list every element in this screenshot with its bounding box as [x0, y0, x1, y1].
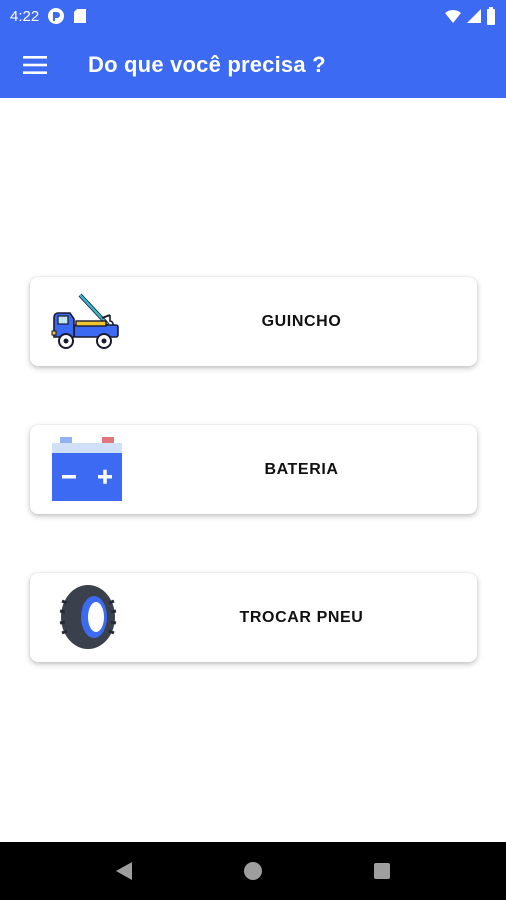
- option-card-guincho[interactable]: GUINCHO: [30, 277, 477, 366]
- page-title: Do que você precisa ?: [88, 52, 326, 77]
- option-label-trocar-pneu: TROCAR PNEU: [239, 608, 364, 626]
- status-time: 4:22: [10, 7, 40, 25]
- back-triangle-icon: [116, 862, 133, 880]
- notification-app-icon: [48, 8, 65, 24]
- tow-truck-icon: [51, 293, 119, 349]
- nav-home-button[interactable]: [233, 851, 273, 891]
- recents-square-icon: [373, 863, 390, 879]
- system-nav-bar: [0, 842, 506, 900]
- home-circle-icon: [243, 862, 262, 880]
- option-label-guincho: GUINCHO: [261, 312, 342, 330]
- signal-icon: [467, 9, 481, 23]
- battery-status-icon: [487, 7, 495, 25]
- battery-icon: [52, 437, 122, 501]
- wifi-icon: [445, 9, 461, 23]
- tire-icon: [59, 585, 117, 649]
- nav-recents-button[interactable]: [362, 851, 402, 891]
- menu-button[interactable]: [0, 32, 70, 98]
- option-card-bateria[interactable]: BATERIA: [30, 425, 477, 514]
- sd-card-icon: [74, 9, 87, 23]
- hamburger-menu-icon: [23, 56, 47, 74]
- status-bar: 4:22: [0, 0, 506, 32]
- nav-back-button[interactable]: [104, 851, 144, 891]
- app-bar: Do que você precisa ?: [0, 32, 506, 98]
- option-card-trocar-pneu[interactable]: TROCAR PNEU: [30, 573, 477, 662]
- option-label-bateria: BATERIA: [264, 460, 339, 478]
